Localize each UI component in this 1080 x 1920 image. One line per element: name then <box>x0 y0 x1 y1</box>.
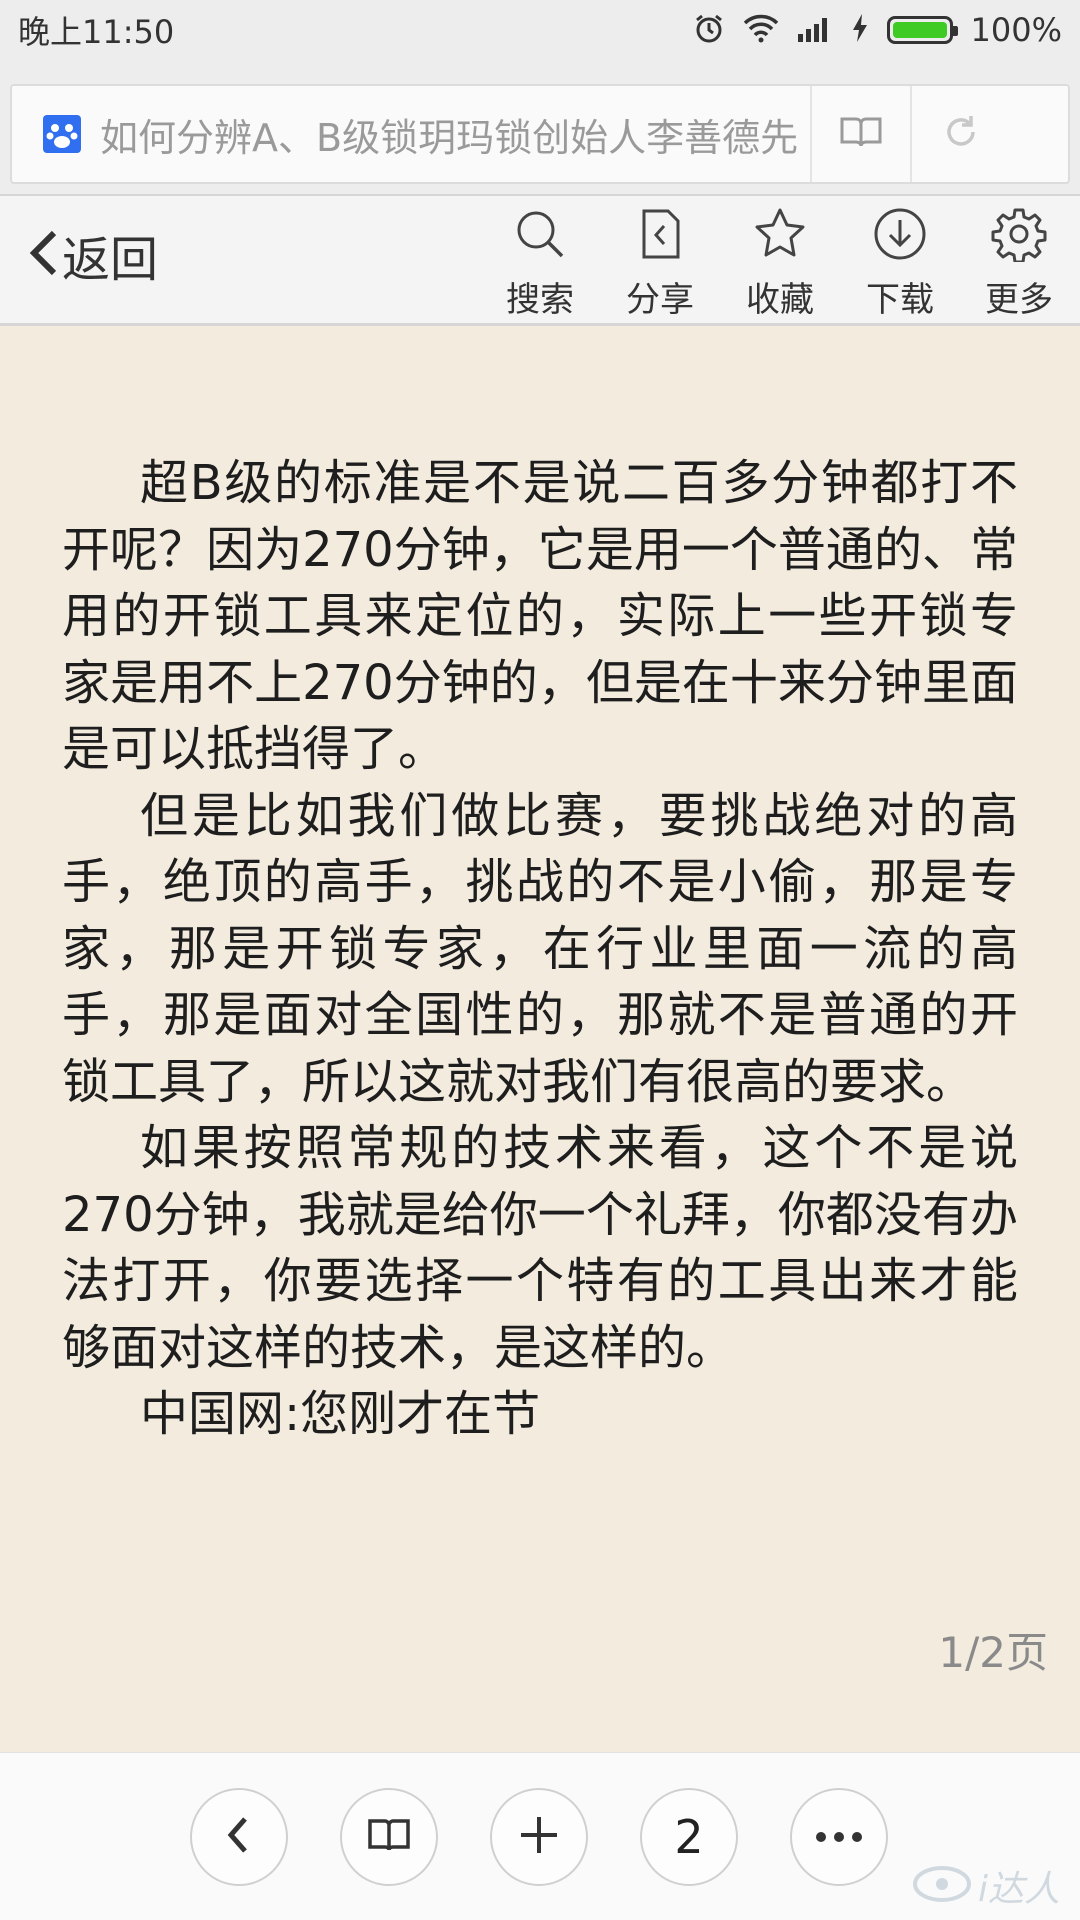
bottom-nav-bar: 2 i达人 <box>0 1752 1080 1920</box>
watermark-logo: i达人 <box>912 1860 1060 1912</box>
tab-count: 2 <box>674 1810 704 1864</box>
download-icon <box>872 206 928 266</box>
back-label: 返回 <box>62 232 159 288</box>
star-icon <box>752 206 808 266</box>
gear-icon <box>991 206 1047 266</box>
share-icon <box>632 206 688 266</box>
share-button[interactable]: 分享 <box>605 206 715 321</box>
search-label: 搜索 <box>506 280 574 320</box>
tabs-button[interactable]: 2 <box>640 1788 738 1886</box>
book-icon <box>839 115 883 153</box>
watermark-swirl-icon <box>912 1862 972 1910</box>
url-bar[interactable]: 如何分辨A、B级锁玥玛锁创始人李善德先 <box>10 84 1070 184</box>
new-tab-button[interactable] <box>490 1788 588 1886</box>
status-icons: 100% <box>693 11 1062 49</box>
favorite-label: 收藏 <box>746 280 814 320</box>
charging-icon <box>851 13 869 47</box>
refresh-icon <box>942 113 980 155</box>
search-icon <box>512 206 568 266</box>
more-label: 更多 <box>985 280 1053 320</box>
article-paragraph: 但是比如我们做比赛，要挑战绝对的高手，绝顶的高手，挑战的不是小偷，那是专家，那是… <box>62 787 1018 1110</box>
menu-button[interactable] <box>790 1788 888 1886</box>
share-label: 分享 <box>626 280 694 320</box>
download-label: 下载 <box>866 280 934 320</box>
battery-icon <box>886 16 958 44</box>
article-paragraph: 如果按照常规的技术来看，这个不是说270分钟，我就是给你一个礼拜，你都没有办法打… <box>62 1120 1018 1376</box>
nav-back-button[interactable] <box>190 1788 288 1886</box>
bookmarks-button[interactable] <box>340 1788 438 1886</box>
page-title[interactable]: 如何分辨A、B级锁玥玛锁创始人李善德先 <box>100 107 810 162</box>
plus-icon <box>519 1815 559 1859</box>
reader-mode-button[interactable] <box>810 86 910 182</box>
chevron-left-icon <box>28 229 58 281</box>
search-button[interactable]: 搜索 <box>485 206 595 321</box>
signal-icon <box>797 14 833 46</box>
favorite-button[interactable]: 收藏 <box>725 206 835 321</box>
article-paragraph: 超B级的标准是不是说二百多分钟都打不开呢？因为270分钟，它是用一个普通的、常用… <box>62 455 1018 777</box>
status-bar: 晚上11:50 100% <box>0 0 1080 60</box>
url-bar-area: 如何分辨A、B级锁玥玛锁创始人李善德先 <box>0 60 1080 194</box>
refresh-button[interactable] <box>910 86 1010 182</box>
battery-percent: 100% <box>970 11 1062 49</box>
baidu-paw-icon <box>42 114 82 154</box>
watermark-text: i达人 <box>977 1869 1060 1910</box>
back-button[interactable]: 返回 <box>28 220 158 290</box>
alarm-icon <box>693 12 725 48</box>
reader-content: 超B级的标准是不是说二百多分钟都打不开呢？因为270分钟，它是用一个普通的、常用… <box>0 326 1080 1752</box>
reader-toolbar: 返回 搜索 分享 收藏 下载 更多 <box>0 194 1080 326</box>
status-time: 晚上11:50 <box>18 13 175 51</box>
page-indicator: 1/2页 <box>938 1628 1048 1677</box>
book-icon <box>367 1816 411 1858</box>
article-paragraph: 中国网:您刚才在节 <box>140 1386 541 1442</box>
chevron-left-icon <box>221 1815 257 1859</box>
more-button[interactable]: 更多 <box>964 206 1074 321</box>
more-dots-icon <box>815 1828 863 1847</box>
download-button[interactable]: 下载 <box>845 206 955 321</box>
wifi-icon <box>743 13 779 47</box>
battery-level <box>892 22 947 38</box>
